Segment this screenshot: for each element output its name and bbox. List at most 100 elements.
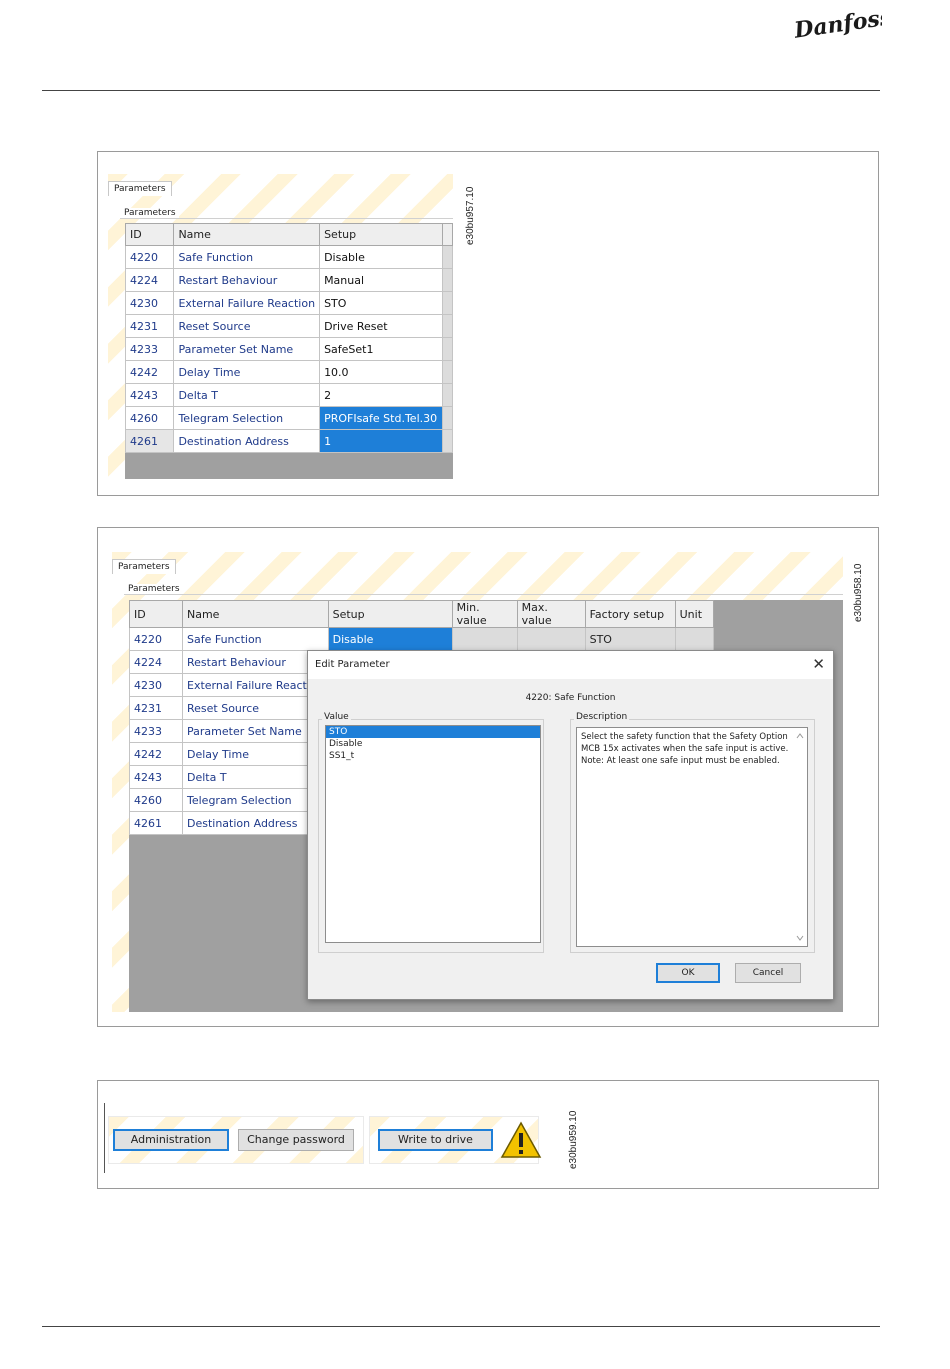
- table-row[interactable]: 4261 Destination Address 1: [125, 429, 453, 453]
- col-id[interactable]: ID: [125, 223, 175, 246]
- value-listbox[interactable]: STO Disable SS1_t: [325, 725, 541, 943]
- figure-ref: e30bu958.10: [853, 563, 864, 622]
- tab-parameters[interactable]: Parameters: [108, 181, 172, 196]
- row-setup-selected[interactable]: PROFIsafe Std.Tel.30: [319, 406, 444, 430]
- table-row[interactable]: 4230 External Failure Reaction STO: [125, 291, 453, 315]
- change-password-button[interactable]: Change password: [238, 1129, 354, 1151]
- table-row[interactable]: 4220 Safe Function Disable: [125, 245, 453, 269]
- row-id: 4243: [125, 383, 175, 407]
- description-box: Select the safety function that the Safe…: [576, 727, 808, 947]
- row-id: 4233: [129, 719, 183, 743]
- row-id: 4220: [125, 245, 175, 269]
- row-setup[interactable]: Disable: [319, 245, 444, 269]
- row-setup[interactable]: 10.0: [319, 360, 444, 384]
- row-setup-selected[interactable]: Disable: [327, 627, 453, 651]
- col-min[interactable]: Min. value: [451, 600, 518, 628]
- col-factory[interactable]: Factory setup: [584, 600, 676, 628]
- write-to-drive-button[interactable]: Write to drive: [378, 1129, 493, 1151]
- table-row[interactable]: 4233 Parameter Set Name SafeSet1: [125, 337, 453, 361]
- row-setup[interactable]: SafeSet1: [319, 337, 444, 361]
- row-id: 4224: [125, 268, 175, 292]
- col-unit[interactable]: Unit: [674, 600, 714, 628]
- col-name[interactable]: Name: [173, 223, 321, 246]
- description-label: Description: [574, 712, 630, 722]
- row-name: Safe Function: [173, 245, 321, 269]
- logo-text: Danfoss: [792, 6, 882, 42]
- col-id[interactable]: ID: [129, 600, 183, 628]
- table-row[interactable]: 4224 Restart Behaviour Manual: [125, 268, 453, 292]
- col-name[interactable]: Name: [182, 600, 329, 628]
- toolbar-edge: [104, 1103, 105, 1173]
- tab-parameters[interactable]: Parameters: [112, 559, 176, 574]
- col-max[interactable]: Max. value: [516, 600, 586, 628]
- cancel-button[interactable]: Cancel: [735, 963, 801, 983]
- parameter-grid: ID Name Setup 4220 Safe Function Disable 4…: [125, 223, 453, 479]
- grid-header: ID Name Setup Min. value Max. value Fact…: [129, 600, 714, 628]
- grid-header: ID Name Setup: [125, 223, 453, 246]
- figure-edit-parameter: Parameters Parameters ID Name Setup Min.…: [97, 527, 879, 1027]
- row-id: 4243: [129, 765, 183, 789]
- row-factory: STO: [584, 627, 676, 651]
- row-id: 4242: [129, 742, 183, 766]
- figure-parameters-grid: Parameters Parameters ID Name Setup 4220…: [97, 151, 879, 496]
- row-name: Delta T: [173, 383, 321, 407]
- table-row[interactable]: 4242 Delay Time 10.0: [125, 360, 453, 384]
- ok-button[interactable]: OK: [656, 963, 720, 983]
- row-id: 4260: [129, 788, 183, 812]
- table-row[interactable]: 4220 Safe Function Disable STO: [129, 627, 714, 651]
- row-name: Reset Source: [173, 314, 321, 338]
- edit-parameter-dialog: Edit Parameter ✕ 4220: Safe Function Val…: [307, 650, 834, 1000]
- figure-ref: e30bu959.10: [568, 1110, 579, 1169]
- description-text: Select the safety function that the Safe…: [581, 732, 789, 766]
- scroll-arrows-icon: [796, 733, 804, 941]
- list-item[interactable]: Disable: [326, 738, 540, 750]
- row-setup[interactable]: 2: [319, 383, 444, 407]
- group-parameters-label: Parameters: [121, 208, 179, 218]
- group-parameters-label: Parameters: [125, 584, 183, 594]
- col-setup[interactable]: Setup: [319, 223, 444, 246]
- row-id: 4224: [129, 650, 183, 674]
- row-name: Delay Time: [173, 360, 321, 384]
- dialog-titlebar: Edit Parameter ✕: [308, 651, 833, 679]
- figure-ref: e30bu957.10: [465, 186, 476, 245]
- table-row[interactable]: 4260 Telegram Selection PROFIsafe Std.Tel.…: [125, 406, 453, 430]
- row-name: Safe Function: [182, 627, 329, 651]
- row-setup-selected[interactable]: 1: [319, 429, 444, 453]
- row-id: 4220: [129, 627, 183, 651]
- col-setup[interactable]: Setup: [327, 600, 453, 628]
- dialog-title: Edit Parameter: [315, 659, 390, 670]
- row-id: 4231: [129, 696, 183, 720]
- row-id: 4231: [125, 314, 175, 338]
- row-id: 4230: [129, 673, 183, 697]
- warning-icon: [500, 1121, 542, 1158]
- row-id: 4230: [125, 291, 175, 315]
- value-label: Value: [322, 712, 351, 722]
- administration-button[interactable]: Administration: [113, 1129, 229, 1151]
- figure-toolbar: Administration Change password Write to …: [97, 1080, 879, 1189]
- danfoss-logo: Danfoss: [792, 6, 882, 42]
- row-name: External Failure Reaction: [173, 291, 321, 315]
- row-name: Telegram Selection: [173, 406, 321, 430]
- description-scrollbar[interactable]: [793, 728, 807, 946]
- row-name: Parameter Set Name: [173, 337, 321, 361]
- list-item-selected[interactable]: STO: [326, 726, 540, 738]
- row-setup[interactable]: Manual: [319, 268, 444, 292]
- dialog-subtitle: 4220: Safe Function: [525, 693, 616, 703]
- list-item[interactable]: SS1_t: [326, 750, 540, 762]
- row-name: Destination Address: [173, 429, 321, 453]
- row-id: 4261: [129, 811, 183, 835]
- table-row[interactable]: 4243 Delta T2: [125, 383, 453, 407]
- group-border: [124, 594, 843, 595]
- group-border: [120, 218, 453, 219]
- row-id: 4242: [125, 360, 175, 384]
- table-row[interactable]: 4231 Reset Source Drive Reset: [125, 314, 453, 338]
- footer-rule: [42, 1326, 880, 1327]
- row-setup[interactable]: Drive Reset: [319, 314, 444, 338]
- header-rule: [42, 90, 880, 91]
- row-id: 4260: [125, 406, 175, 430]
- row-setup[interactable]: STO: [319, 291, 444, 315]
- close-icon[interactable]: ✕: [812, 655, 825, 673]
- row-id: 4261: [125, 429, 175, 453]
- row-id: 4233: [125, 337, 175, 361]
- row-name: Restart Behaviour: [173, 268, 321, 292]
